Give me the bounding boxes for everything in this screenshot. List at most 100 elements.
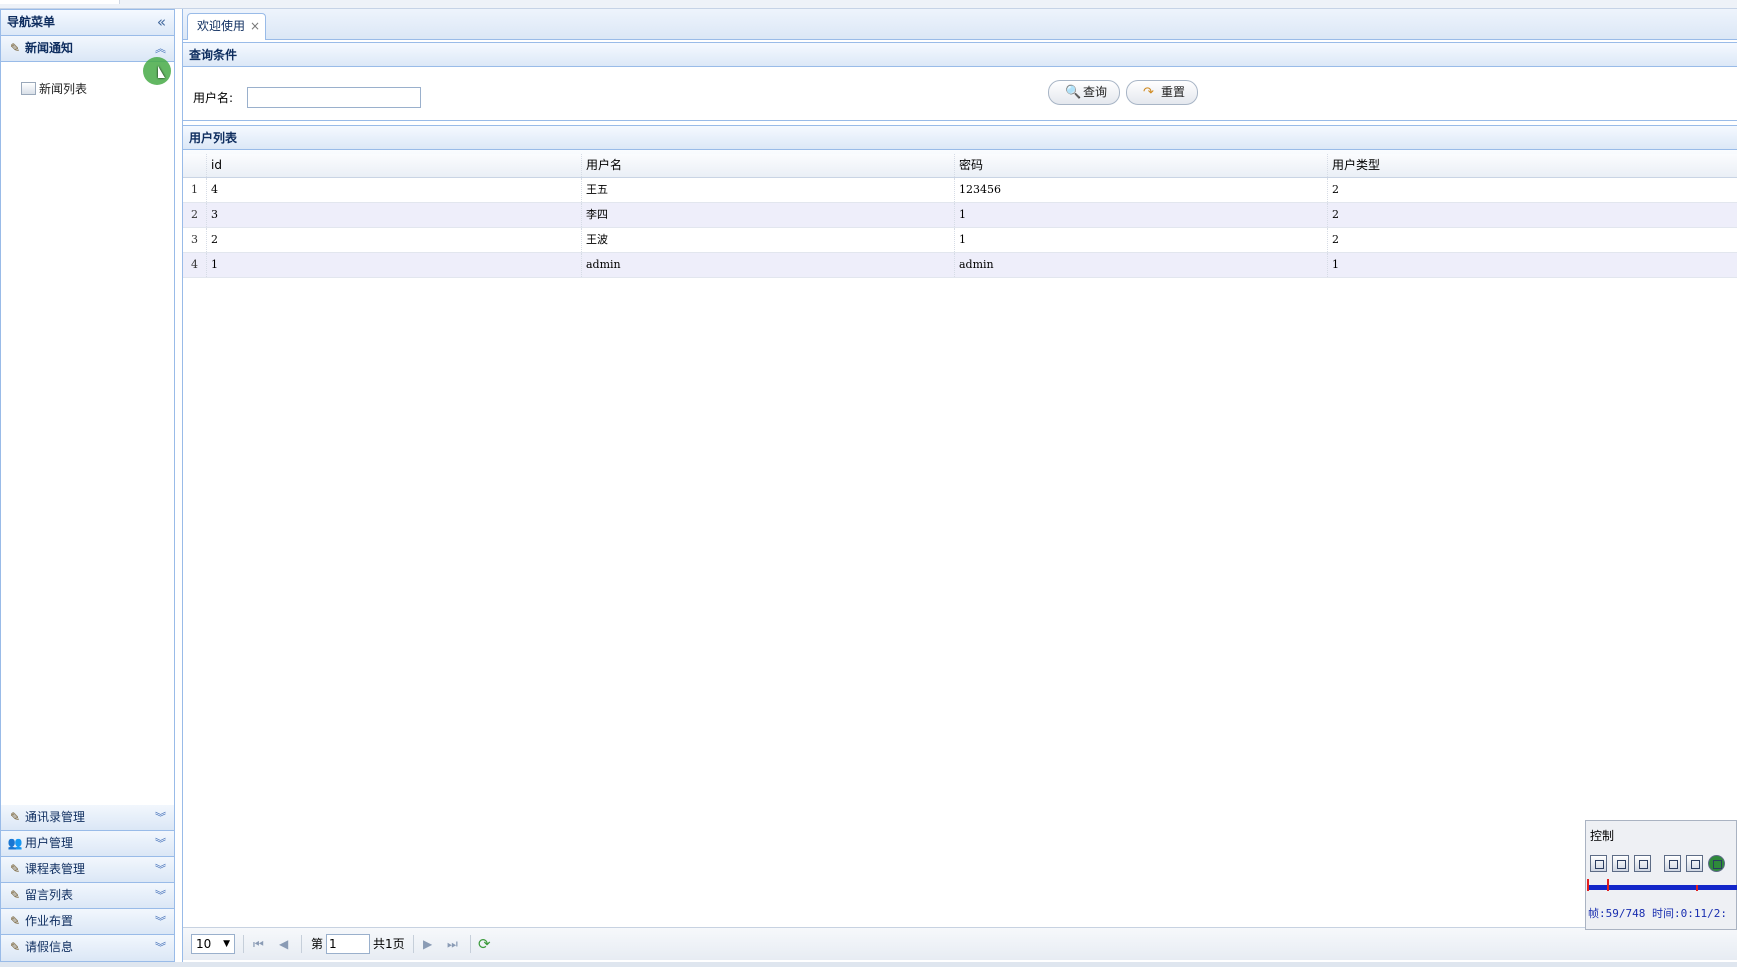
undo-arrow-icon: ↷ bbox=[1143, 85, 1154, 100]
user-list-title: 用户列表 bbox=[183, 125, 1737, 150]
fullscreen-icon[interactable] bbox=[1686, 855, 1703, 872]
cell-password: 123456 bbox=[954, 178, 1327, 202]
cell-username: admin bbox=[581, 253, 954, 277]
users-icon: 👥 bbox=[7, 836, 23, 850]
first-page-icon[interactable]: ⏮ bbox=[253, 934, 264, 954]
recorder-control-panel: 控制 帧:59/748 时间:0:11/2: bbox=[1585, 820, 1737, 930]
accordion-news-label: 新闻通知 bbox=[25, 41, 74, 55]
cell-type: 2 bbox=[1327, 228, 1737, 252]
column-header-type[interactable]: 用户类型 bbox=[1327, 154, 1737, 177]
sidebar-title-text: 导航菜单 bbox=[7, 15, 56, 29]
browser-top-strip bbox=[0, 0, 1737, 9]
tab-bar: 欢迎使用 × bbox=[183, 9, 1737, 40]
username-label: 用户名: bbox=[193, 91, 234, 105]
stop-icon[interactable] bbox=[1612, 855, 1629, 872]
wrench-icon: ✎ bbox=[9, 862, 21, 876]
table-row[interactable]: 1 4 王五 123456 2 bbox=[183, 178, 1737, 203]
accordion-label: 通讯录管理 bbox=[25, 810, 86, 824]
table-row[interactable]: 3 2 王波 1 2 bbox=[183, 228, 1737, 253]
user-table: id 用户名 密码 用户类型 1 4 王五 123456 2 2 3 李四 1 … bbox=[183, 154, 1737, 278]
chevron-down-icon[interactable]: ︾ bbox=[155, 857, 166, 882]
tree-item-news-list[interactable]: 新闻列表 bbox=[21, 80, 87, 98]
row-number-header bbox=[183, 154, 206, 177]
timeline-marker bbox=[1696, 885, 1698, 891]
cell-id: 1 bbox=[206, 253, 581, 277]
pager-separator bbox=[470, 935, 471, 953]
cell-password: 1 bbox=[954, 203, 1327, 227]
accordion-homework[interactable]: ✎ 作业布置 ︾ bbox=[1, 909, 174, 935]
page-size-select[interactable]: 10 ▼ bbox=[191, 934, 235, 954]
row-number: 2 bbox=[191, 208, 198, 221]
row-number: 1 bbox=[191, 183, 198, 196]
cell-username: 王五 bbox=[581, 178, 954, 202]
cell-username: 李四 bbox=[581, 203, 954, 227]
mouse-cursor-icon bbox=[158, 66, 165, 78]
record-icon[interactable] bbox=[1708, 855, 1725, 872]
close-icon[interactable]: × bbox=[250, 14, 260, 39]
cell-id: 4 bbox=[206, 178, 581, 202]
timeline-marker-start bbox=[1587, 879, 1589, 891]
wrench-icon: ✎ bbox=[9, 888, 21, 902]
username-input[interactable] bbox=[247, 87, 421, 108]
pager-separator bbox=[243, 935, 244, 953]
chevron-down-icon[interactable]: ︾ bbox=[155, 831, 166, 856]
collapse-sidebar-icon[interactable]: « bbox=[157, 10, 166, 35]
timeline-track[interactable] bbox=[1588, 885, 1737, 890]
table-row[interactable]: 4 1 admin admin 1 bbox=[183, 253, 1737, 278]
main-area: 欢迎使用 × 查询条件 用户名: 🔍查询 ↷ 重置 用户列表 ⊕新增 ✎修改 ▬删… bbox=[182, 9, 1737, 962]
chevron-down-icon[interactable]: ︾ bbox=[155, 883, 166, 908]
accordion-news[interactable]: ✎ 新闻通知 ︽ bbox=[1, 36, 174, 62]
next-page-icon[interactable]: ▶ bbox=[423, 934, 432, 954]
table-row[interactable]: 2 3 李四 1 2 bbox=[183, 203, 1737, 228]
cell-id: 2 bbox=[206, 228, 581, 252]
search-button-label: 查询 bbox=[1083, 85, 1108, 99]
frame-time-status: 帧:59/748 时间:0:11/2: bbox=[1588, 907, 1727, 920]
column-header-id[interactable]: id bbox=[206, 154, 581, 177]
query-panel-title: 查询条件 bbox=[183, 42, 1737, 67]
column-header-username[interactable]: 用户名 bbox=[581, 154, 954, 177]
chevron-down-icon[interactable]: ︾ bbox=[155, 805, 166, 830]
tab-welcome[interactable]: 欢迎使用 × bbox=[187, 13, 266, 40]
search-button[interactable]: 🔍 查询 bbox=[1048, 80, 1120, 105]
chevron-down-icon[interactable]: ︾ bbox=[155, 909, 166, 934]
chevron-down-icon[interactable]: ︾ bbox=[155, 935, 166, 960]
timeline-playhead[interactable] bbox=[1607, 879, 1609, 891]
cell-password: admin bbox=[954, 253, 1327, 277]
control-title: 控制 bbox=[1590, 829, 1615, 843]
step-icon[interactable] bbox=[1634, 855, 1651, 872]
accordion-collapsed-group: ✎ 通讯录管理 ︾ 👥 用户管理 ︾ ✎ 课程表管理 ︾ ✎ 留言列表 ︾ ✎ 作业布置 ︾ ✎ 请假… bbox=[1, 805, 174, 961]
page-prefix: 第 bbox=[311, 937, 324, 951]
cell-id: 3 bbox=[206, 203, 581, 227]
accordion-label: 作业布置 bbox=[25, 914, 74, 928]
cell-type: 1 bbox=[1327, 253, 1737, 277]
wrench-icon: ✎ bbox=[9, 810, 21, 824]
accordion-courses[interactable]: ✎ 课程表管理 ︾ bbox=[1, 857, 174, 883]
prev-page-icon[interactable]: ◀ bbox=[279, 934, 288, 954]
accordion-messages[interactable]: ✎ 留言列表 ︾ bbox=[1, 883, 174, 909]
accordion-label: 请假信息 bbox=[25, 940, 74, 954]
top-strip-segment bbox=[0, 0, 120, 4]
pause-icon[interactable] bbox=[1590, 855, 1607, 872]
page-number-input[interactable]: 1 bbox=[326, 934, 370, 954]
wrench-icon: ✎ bbox=[9, 41, 21, 55]
accordion-label: 留言列表 bbox=[25, 888, 74, 902]
nav-sidebar: 导航菜单 « ✎ 新闻通知 ︽ 新闻列表 ✎ 通讯录管理 ︾ 👥 用户管理 ︾ ✎ 课程表管… bbox=[0, 9, 175, 962]
refresh-icon[interactable]: ⟳ bbox=[478, 934, 491, 954]
dropdown-arrow-icon: ▼ bbox=[223, 939, 230, 949]
page-total: 共1页 bbox=[373, 937, 405, 951]
fit-window-icon[interactable] bbox=[1664, 855, 1681, 872]
accordion-contacts[interactable]: ✎ 通讯录管理 ︾ bbox=[1, 805, 174, 831]
reset-button[interactable]: ↷ 重置 bbox=[1126, 80, 1198, 105]
column-header-password[interactable]: 密码 bbox=[954, 154, 1327, 177]
accordion-label: 课程表管理 bbox=[25, 862, 86, 876]
list-doc-icon bbox=[21, 82, 36, 95]
table-header: id 用户名 密码 用户类型 bbox=[183, 154, 1737, 178]
user-list-panel: 用户列表 ⊕新增 ✎修改 ▬删除 id 用户名 密码 用户类型 1 4 王五 1… bbox=[183, 125, 1737, 962]
accordion-leave[interactable]: ✎ 请假信息 ︾ bbox=[1, 935, 174, 961]
last-page-icon[interactable]: ⏭ bbox=[447, 934, 458, 954]
pager-separator bbox=[413, 935, 414, 953]
pagination-bar: 10 ▼ ⏮ ◀ 第 1 共1页 ▶ ⏭ ⟳ bbox=[183, 927, 1737, 960]
wrench-icon: ✎ bbox=[9, 940, 21, 954]
reset-button-label: 重置 bbox=[1161, 85, 1186, 99]
accordion-users[interactable]: 👥 用户管理 ︾ bbox=[1, 831, 174, 857]
